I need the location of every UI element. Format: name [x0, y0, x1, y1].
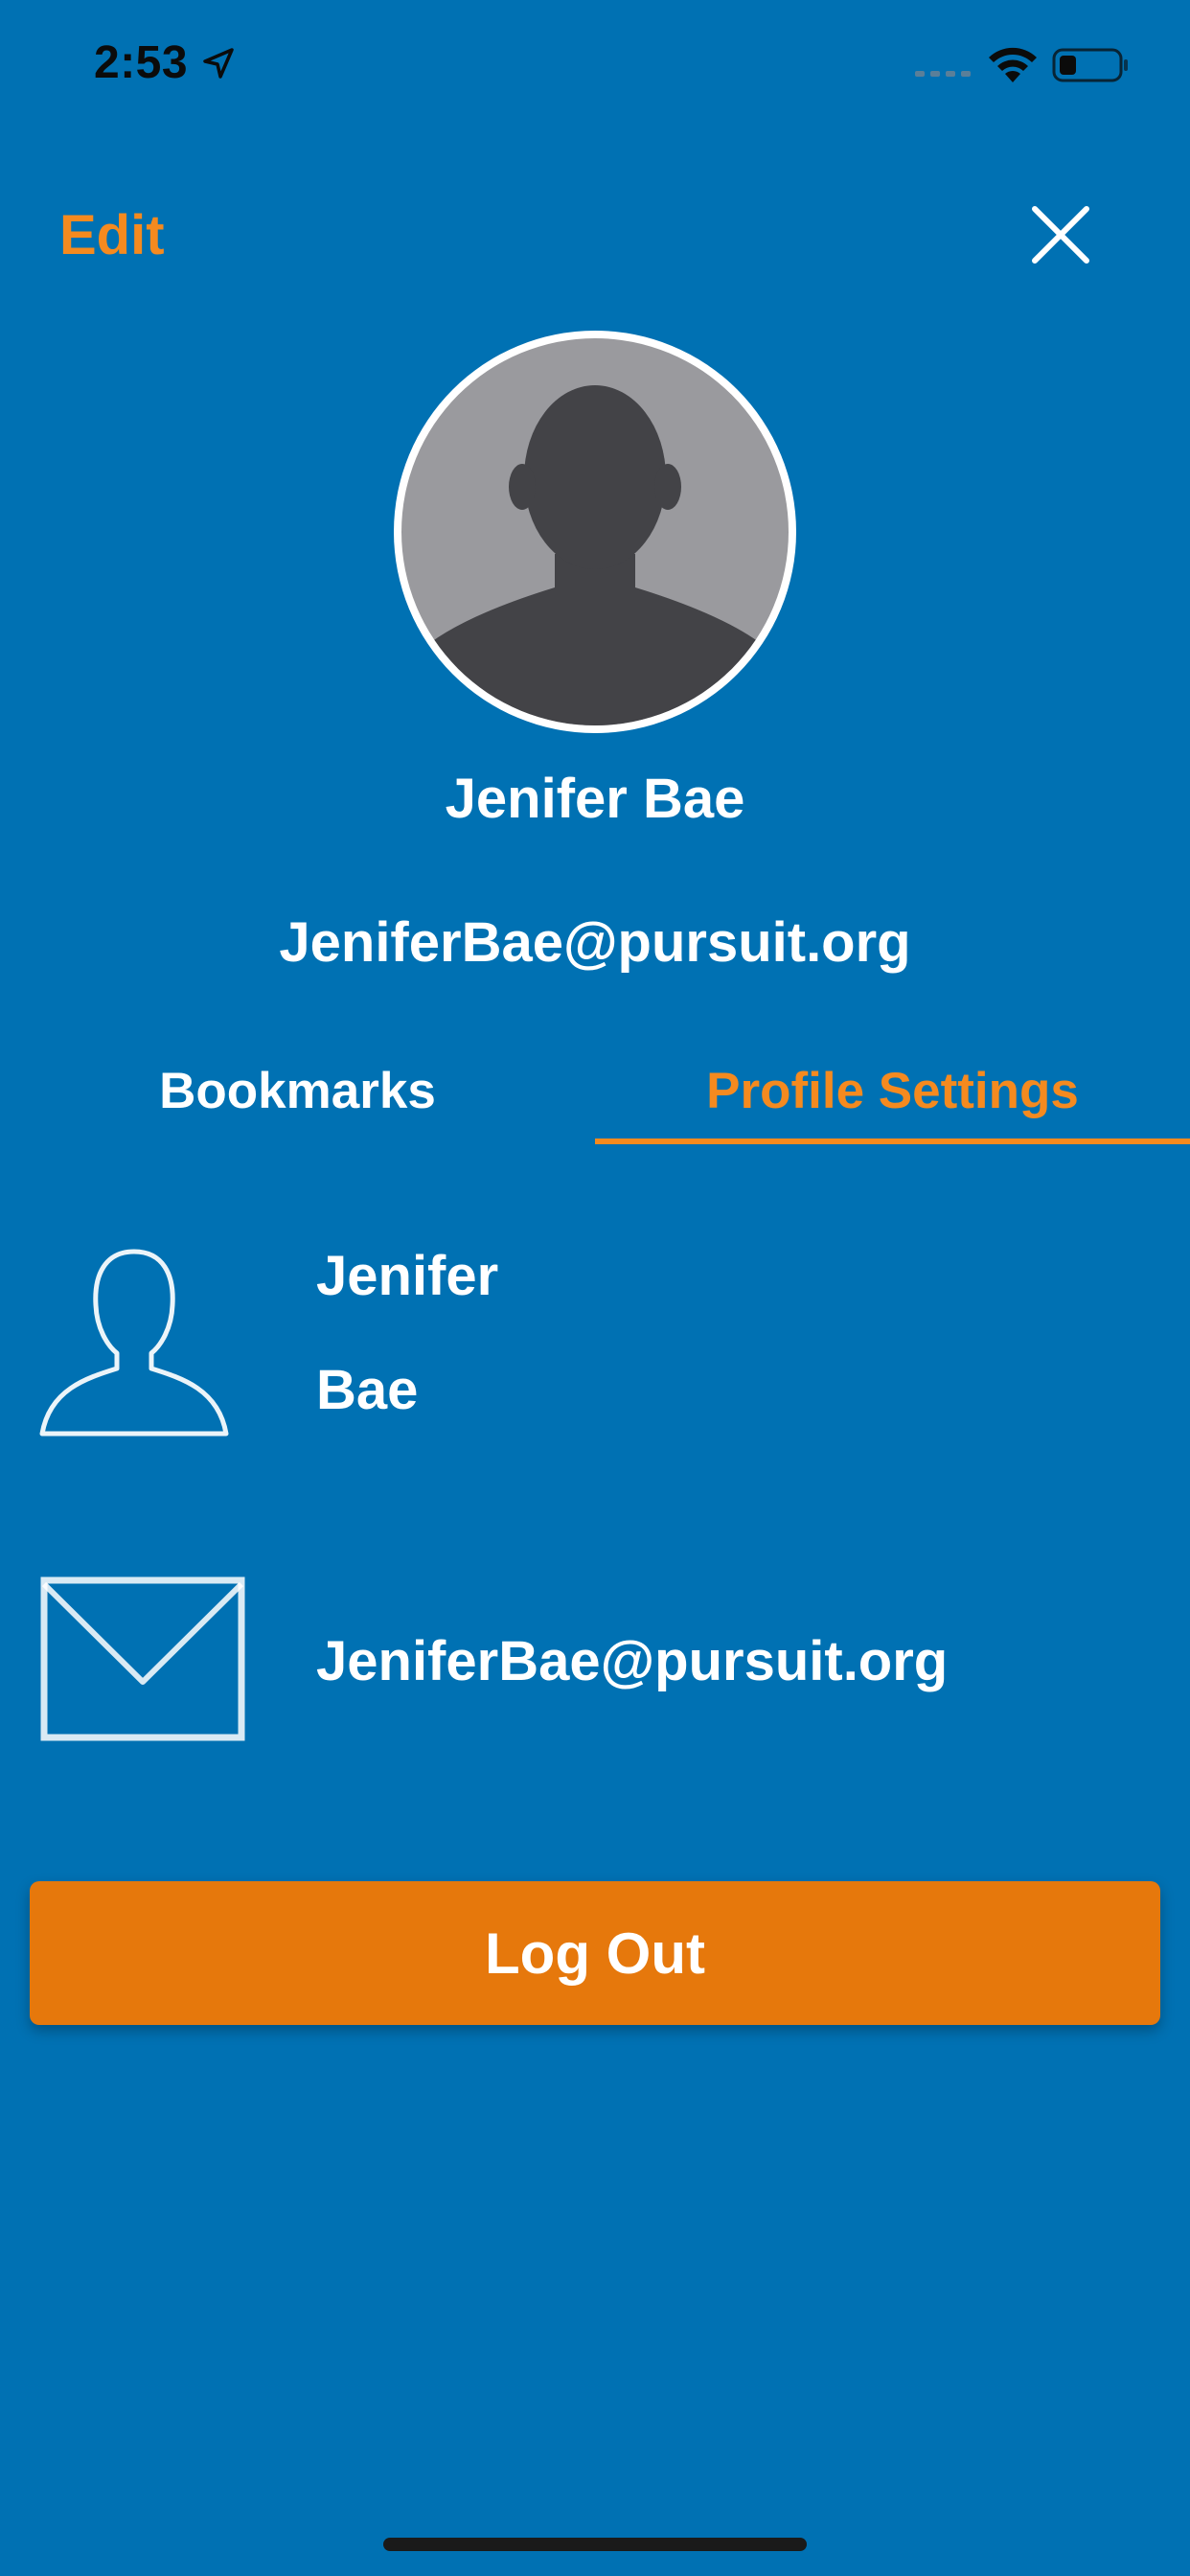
tab-profile-settings[interactable]: Profile Settings: [595, 1062, 1190, 1120]
person-outline-icon: [39, 1249, 229, 1437]
battery-icon: [1052, 48, 1128, 82]
location-arrow-icon: [203, 48, 234, 79]
profile-email: JeniferBae@pursuit.org: [279, 911, 911, 974]
wifi-icon: [989, 47, 1037, 82]
edit-button[interactable]: Edit: [59, 203, 165, 267]
first-name-value: Jenifer: [316, 1245, 499, 1307]
close-icon[interactable]: [1027, 201, 1094, 268]
status-time: 2:53: [94, 37, 189, 88]
avatar: [394, 331, 796, 733]
logout-button[interactable]: Log Out: [30, 1881, 1160, 2025]
default-person-silhouette-icon: [401, 338, 789, 725]
profile-name: Jenifer Bae: [445, 768, 745, 830]
profile-screen: 2:53 Edit Jenifer Bae JeniferBae@pursuit…: [0, 0, 1190, 2576]
last-name-value: Bae: [316, 1359, 419, 1421]
email-value: JeniferBae@pursuit.org: [316, 1630, 949, 1692]
active-tab-indicator: [595, 1138, 1190, 1144]
home-indicator[interactable]: [383, 2538, 807, 2551]
cellular-signal-icon: [915, 71, 971, 77]
mail-envelope-icon: [40, 1576, 245, 1741]
tab-bookmarks[interactable]: Bookmarks: [0, 1062, 595, 1120]
